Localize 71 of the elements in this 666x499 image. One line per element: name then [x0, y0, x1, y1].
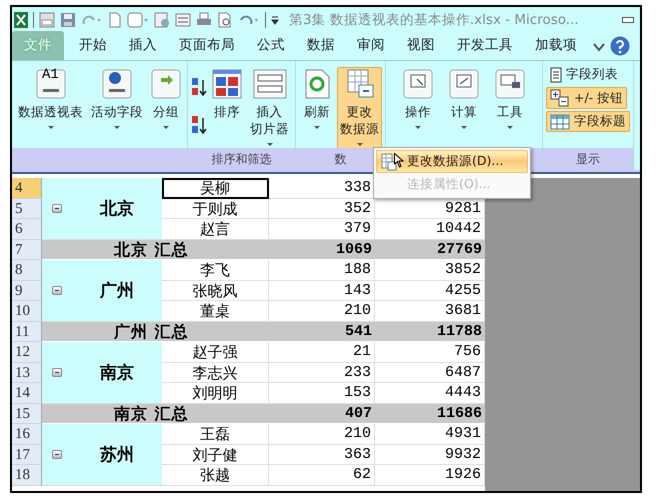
- subtotal-cell: 1069: [269, 240, 375, 260]
- ribbon-button[interactable]: 插入 切片器: [247, 67, 292, 150]
- table-cell: 王磊: [162, 424, 269, 444]
- ribbon-button[interactable]: 计算: [446, 67, 482, 133]
- ribbon-tab[interactable]: 开始: [68, 31, 118, 60]
- subtotal-label: 广州 汇总: [42, 322, 269, 342]
- ribbon-tab[interactable]: 公式: [246, 31, 296, 60]
- row-header[interactable]: 14: [12, 383, 42, 404]
- table-cell: 233: [269, 362, 375, 383]
- subtotal-cell: 407: [269, 404, 375, 424]
- row-header[interactable]: 10: [12, 301, 42, 322]
- ribbon-button[interactable]: 操作: [400, 67, 436, 133]
- row-header[interactable]: 6: [12, 219, 42, 240]
- table-cell: 张越: [162, 465, 269, 486]
- row-header[interactable]: 8: [12, 260, 42, 280]
- table-cell: 21: [269, 342, 375, 362]
- row-header[interactable]: 7: [12, 240, 42, 260]
- row-header[interactable]: 18: [12, 465, 42, 486]
- ribbon-button[interactable]: 更改 数据源: [337, 67, 382, 150]
- table-cell: 张晓风: [162, 280, 269, 301]
- table-cell: 吴柳: [162, 178, 269, 198]
- city-label: 南京: [100, 362, 134, 384]
- ribbon-tab[interactable]: 加载项: [524, 31, 588, 60]
- group-label-bar: 排序和筛选: [188, 148, 295, 170]
- subtotal-cell: 11686: [375, 404, 485, 424]
- ribbon-button[interactable]: 活动字段: [88, 67, 146, 133]
- ribbon-toggle-button[interactable]: 字段列表: [546, 64, 622, 85]
- city-label: 北京: [100, 198, 134, 220]
- row-header[interactable]: 4: [12, 178, 42, 198]
- row-header[interactable]: 12: [12, 342, 42, 362]
- row-header[interactable]: 15: [12, 404, 42, 424]
- table-cell: 李志兴: [162, 362, 269, 383]
- ribbon-tab[interactable]: 页面布局: [168, 31, 246, 60]
- table-cell: 62: [269, 465, 375, 486]
- window-title: 第3集 数据透视表的基本操作.xlsx - Microso...: [289, 10, 579, 28]
- table-cell: 143: [269, 280, 375, 301]
- menu-item[interactable]: 更改数据源(D)...: [376, 150, 528, 173]
- ribbon-tab[interactable]: 审阅: [346, 31, 396, 60]
- table-cell: 刘子健: [162, 444, 269, 465]
- subtotal-label: 南京 汇总: [42, 404, 269, 424]
- row-header[interactable]: 16: [12, 424, 42, 444]
- ribbon-button[interactable]: 刷新: [299, 67, 335, 133]
- ribbon-toggle-button[interactable]: +/- 按钮: [546, 87, 628, 109]
- subtotal-cell: 541: [269, 322, 375, 342]
- city-label: 广州: [100, 280, 134, 302]
- subtotal-cell: 11788: [375, 322, 485, 342]
- table-cell: 363: [269, 444, 375, 465]
- ribbon-button[interactable]: 分组: [148, 67, 184, 133]
- ribbon-button[interactable]: 排序: [209, 67, 245, 124]
- name-box[interactable]: A1: [42, 67, 59, 83]
- table-cell: 于则成: [162, 198, 269, 219]
- ribbon-button[interactable]: 工具: [492, 67, 528, 133]
- row-header[interactable]: 13: [12, 362, 42, 383]
- table-cell: 188: [269, 260, 375, 280]
- table-cell: 李飞: [162, 260, 269, 280]
- city-label: 苏州: [100, 444, 134, 466]
- table-cell: 赵子强: [162, 342, 269, 362]
- ribbon-tab[interactable]: 插入: [118, 31, 168, 60]
- ribbon-tab[interactable]: 数据: [296, 31, 346, 60]
- ribbon-tab[interactable]: 开发工具: [446, 31, 524, 60]
- row-header[interactable]: 5: [12, 198, 42, 219]
- subtotal-label: 北京 汇总: [42, 240, 269, 260]
- table-cell: 352: [269, 198, 375, 219]
- row-header[interactable]: 9: [12, 280, 42, 301]
- group-label-bar: 显示: [543, 148, 633, 170]
- row-header[interactable]: 17: [12, 444, 42, 465]
- row-header[interactable]: 11: [12, 322, 42, 342]
- ribbon-tab[interactable]: 视图: [396, 31, 446, 60]
- table-cell: 210: [269, 424, 375, 444]
- subtotal-cell: 27769: [375, 240, 485, 260]
- ribbon-toggle-button[interactable]: 字段标题: [546, 111, 630, 132]
